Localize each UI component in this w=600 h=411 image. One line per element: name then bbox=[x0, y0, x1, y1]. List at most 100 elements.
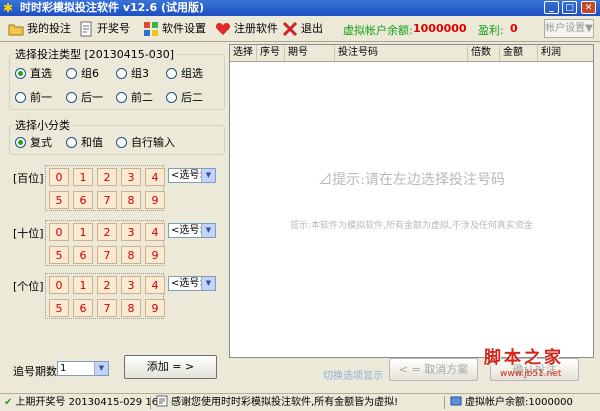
draw-button[interactable]: 开奖号 bbox=[78, 19, 130, 39]
status-last-draw: ✔ 上期开奖号 20130415-029 167 bbox=[4, 397, 165, 408]
radio-back1[interactable]: 后一 bbox=[66, 89, 103, 105]
digit-button[interactable]: 7 bbox=[97, 191, 117, 209]
radio-group3[interactable]: 组3 bbox=[116, 65, 149, 81]
digit-button[interactable]: 5 bbox=[49, 299, 69, 317]
card-icon bbox=[450, 395, 462, 411]
digit-button[interactable]: 4 bbox=[145, 168, 165, 186]
number-select[interactable]: <选号> ▼ bbox=[168, 223, 216, 238]
heart-icon bbox=[215, 21, 231, 37]
toolbar: 我的投注 开奖号 软件设置 注册软件 退出 虚拟帐户余额: 1000000 盈利… bbox=[0, 16, 600, 42]
radio-direct[interactable]: 直选 bbox=[15, 65, 52, 81]
chase-label: 追号期数 bbox=[13, 365, 57, 378]
col-index[interactable]: 序号 bbox=[257, 45, 285, 61]
radio-custom-input[interactable]: 自行输入 bbox=[116, 134, 175, 150]
exit-icon bbox=[282, 21, 298, 37]
document-icon bbox=[78, 21, 94, 37]
chase-select[interactable]: 1 ▼ bbox=[57, 361, 109, 376]
digit-button[interactable]: 9 bbox=[145, 299, 165, 317]
col-profit[interactable]: 利润 bbox=[538, 45, 593, 61]
col-number[interactable]: 投注号码 bbox=[335, 45, 468, 61]
register-button[interactable]: 注册软件 bbox=[215, 19, 278, 39]
check-icon: ✔ bbox=[4, 397, 13, 408]
exit-label: 退出 bbox=[301, 22, 323, 35]
digit-button[interactable]: 3 bbox=[121, 223, 141, 241]
digit-button[interactable]: 1 bbox=[73, 223, 93, 241]
window-title: 时时彩模拟投注软件 v12.6 (试用版) bbox=[20, 1, 205, 14]
digit-button[interactable]: 5 bbox=[49, 191, 69, 209]
bet-list-panel: 选择 序号 期号 投注号码 倍数 金额 利润 ⊿提示:请在左边选择投注号码 提示… bbox=[229, 44, 594, 358]
notepad-icon bbox=[156, 395, 168, 411]
digit-button[interactable]: 3 bbox=[121, 276, 141, 294]
number-select[interactable]: <选号> ▼ bbox=[168, 276, 216, 291]
folder-icon bbox=[8, 21, 24, 37]
maximize-button[interactable]: □ bbox=[562, 1, 577, 14]
col-issue[interactable]: 期号 bbox=[285, 45, 335, 61]
status-bar: ✔ 上期开奖号 20130415-029 167 感谢您使用时时彩模拟投注软件,… bbox=[0, 393, 600, 410]
digit-button[interactable]: 1 bbox=[73, 168, 93, 186]
radio-front2[interactable]: 前二 bbox=[116, 89, 153, 105]
my-bets-label: 我的投注 bbox=[27, 22, 71, 35]
minimize-button[interactable]: _ bbox=[544, 1, 559, 14]
digit-button[interactable]: 6 bbox=[73, 246, 93, 264]
digit-button[interactable]: 4 bbox=[145, 276, 165, 294]
close-button[interactable]: ✕ bbox=[581, 1, 596, 14]
digit-button[interactable]: 7 bbox=[97, 246, 117, 264]
draw-label: 开奖号 bbox=[97, 22, 130, 35]
digit-button[interactable]: 1 bbox=[73, 276, 93, 294]
digit-button[interactable]: 0 bbox=[49, 168, 69, 186]
watermark-url: www.jb51.net bbox=[500, 369, 562, 379]
digit-button[interactable]: 8 bbox=[121, 191, 141, 209]
watermark-brand: 脚本之家 bbox=[484, 348, 564, 368]
hint-subtext: 提示:本软件为模拟软件,所有金额为虚拟,不涉及任何真实资金 bbox=[290, 221, 533, 231]
digit-button[interactable]: 7 bbox=[97, 299, 117, 317]
number-select[interactable]: <选号> ▼ bbox=[168, 168, 216, 183]
add-button[interactable]: 添加 = > bbox=[124, 355, 217, 379]
table-header: 选择 序号 期号 投注号码 倍数 金额 利润 bbox=[230, 45, 593, 62]
balance-value: 1000000 bbox=[413, 22, 467, 35]
col-amount[interactable]: 金额 bbox=[500, 45, 538, 61]
exit-button[interactable]: 退出 bbox=[282, 19, 323, 39]
digit-button[interactable]: 2 bbox=[97, 223, 117, 241]
balance-label: 虚拟帐户余额: bbox=[343, 24, 413, 37]
radio-sum[interactable]: 和值 bbox=[66, 134, 103, 150]
sub-type-legend: 选择小分类 bbox=[15, 119, 70, 132]
digit-button[interactable]: 6 bbox=[73, 299, 93, 317]
digit-button[interactable]: 2 bbox=[97, 168, 117, 186]
chevron-down-icon: ▼ bbox=[201, 224, 215, 237]
radio-group-select[interactable]: 组选 bbox=[166, 65, 203, 81]
digit-button[interactable]: 6 bbox=[73, 191, 93, 209]
chevron-down-icon: ▼ bbox=[201, 277, 215, 290]
profit-value: 0 bbox=[510, 22, 518, 35]
radio-front1[interactable]: 前一 bbox=[15, 89, 52, 105]
windows-icon bbox=[143, 21, 159, 37]
radio-compound[interactable]: 复式 bbox=[15, 134, 52, 150]
digit-button[interactable]: 8 bbox=[121, 299, 141, 317]
register-label: 注册软件 bbox=[234, 22, 278, 35]
digit-button[interactable]: 9 bbox=[145, 246, 165, 264]
col-multiple[interactable]: 倍数 bbox=[468, 45, 500, 61]
account-settings-button[interactable]: 帐户设置▼ bbox=[544, 19, 594, 38]
settings-button[interactable]: 软件设置 bbox=[143, 19, 206, 39]
digit-button[interactable]: 5 bbox=[49, 246, 69, 264]
col-select[interactable]: 选择 bbox=[230, 45, 257, 61]
profit-label: 盈利: bbox=[478, 24, 504, 37]
status-balance: 虚拟帐户余额:1000000 bbox=[450, 396, 573, 409]
digit-button[interactable]: 9 bbox=[145, 191, 165, 209]
digit-button[interactable]: 8 bbox=[121, 246, 141, 264]
chevron-down-icon: ▼ bbox=[201, 169, 215, 182]
position-label: [个位] bbox=[13, 280, 44, 293]
star-icon: ✱ bbox=[3, 1, 14, 15]
digit-button[interactable]: 2 bbox=[97, 276, 117, 294]
digit-button[interactable]: 3 bbox=[121, 168, 141, 186]
digit-button[interactable]: 0 bbox=[49, 276, 69, 294]
digit-button[interactable]: 4 bbox=[145, 223, 165, 241]
my-bets-button[interactable]: 我的投注 bbox=[8, 19, 71, 39]
toggle-display-link[interactable]: 切换选项显示 bbox=[323, 367, 383, 382]
settings-label: 软件设置 bbox=[162, 22, 206, 35]
radio-group6[interactable]: 组6 bbox=[66, 65, 99, 81]
bet-type-legend: 选择投注类型 [20130415-030] bbox=[15, 48, 175, 61]
cancel-plan-button[interactable]: < = 取消方案 bbox=[389, 358, 478, 381]
status-message: 感谢您使用时时彩模拟投注软件,所有金额皆为虚拟! bbox=[156, 395, 398, 411]
radio-back2[interactable]: 后二 bbox=[166, 89, 203, 105]
digit-button[interactable]: 0 bbox=[49, 223, 69, 241]
